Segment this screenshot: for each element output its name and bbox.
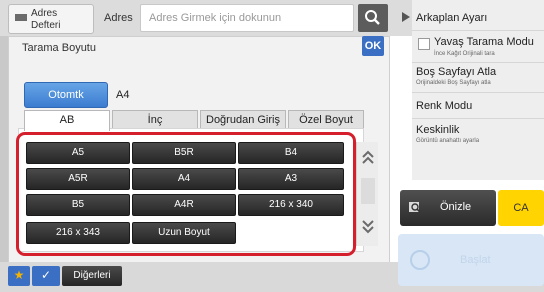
chevron-up-icon — [362, 150, 374, 164]
chevron-down-icon — [362, 220, 374, 234]
search-icon — [365, 10, 380, 25]
tab-direct-input[interactable]: Doğrudan Giriş — [200, 110, 286, 130]
star-icon: ★ — [13, 268, 25, 282]
side-divider — [412, 92, 544, 93]
triangle-right-icon[interactable] — [402, 12, 410, 22]
clear-all-button[interactable]: CA — [498, 190, 544, 226]
auto-size-button[interactable]: Otomtk — [24, 82, 108, 108]
side-menu — [412, 0, 544, 180]
others-button[interactable]: Diğerleri — [62, 266, 122, 286]
size-button-a4[interactable]: A4 — [132, 168, 236, 190]
size-button-b5[interactable]: B5 — [26, 194, 130, 216]
side-divider — [412, 30, 544, 31]
scroll-down-button[interactable] — [359, 212, 377, 238]
address-input[interactable] — [140, 4, 354, 32]
scroll-thumb[interactable] — [361, 178, 375, 204]
side-item-color-mode[interactable]: Renk Modu — [416, 100, 472, 112]
favorites-button[interactable]: ★ — [8, 266, 30, 286]
address-book-label-line2: Defteri — [31, 20, 61, 31]
size-button-a4r[interactable]: A4R — [132, 194, 236, 216]
side-item-sharpness-sub: Görüntü anahattı ayarla — [416, 138, 480, 144]
search-button[interactable] — [358, 4, 388, 32]
start-button[interactable]: Başlat — [398, 234, 544, 286]
size-button-216x340[interactable]: 216 x 340 — [238, 194, 344, 216]
confirm-button[interactable]: ✓ — [32, 266, 60, 286]
size-button-a5r[interactable]: A5R — [26, 168, 130, 190]
size-button-b5r[interactable]: B5R — [132, 142, 236, 164]
side-item-sharpness[interactable]: Keskinlik — [416, 124, 459, 136]
size-button-a3[interactable]: A3 — [238, 168, 344, 190]
side-divider — [412, 118, 544, 119]
book-icon — [15, 14, 27, 21]
side-divider — [412, 62, 544, 63]
start-label: Başlat — [460, 254, 491, 266]
size-button-b4[interactable]: B4 — [238, 142, 344, 164]
current-size-value: A4 — [116, 89, 130, 101]
size-button-long-size[interactable]: Uzun Boyut — [132, 222, 236, 244]
preview-label: Önizle — [440, 201, 472, 213]
tab-inch[interactable]: İnç — [112, 110, 198, 130]
start-icon — [410, 250, 430, 270]
side-item-slow-scan-sub: İnce Kağıt Orijinali tara — [434, 51, 495, 57]
address-book-label-line1: Adres — [31, 8, 58, 19]
panel-side-strip — [0, 36, 8, 272]
preview-icon — [409, 202, 421, 213]
side-item-slow-scan[interactable]: Yavaş Tarama Modu — [434, 36, 534, 48]
side-item-skip-blank[interactable]: Boş Sayfayı Atla — [416, 66, 496, 78]
panel-title: Tarama Boyutu — [22, 42, 96, 54]
size-tabs: AB İnç Doğrudan Giriş Özel Boyut — [24, 110, 364, 131]
side-item-background-setting[interactable]: Arkaplan Ayarı — [416, 12, 487, 24]
preview-button[interactable]: Önizle — [400, 190, 496, 226]
size-button-a5[interactable]: A5 — [26, 142, 130, 164]
address-label: Adres — [104, 12, 133, 24]
check-icon: ✓ — [40, 268, 52, 282]
address-book-button[interactable]: Adres Defteri — [8, 4, 94, 34]
ok-button[interactable]: OK — [362, 36, 384, 56]
side-item-skip-blank-sub: Orijinaldeki Boş Sayfayı atla — [416, 80, 491, 86]
size-button-216x343[interactable]: 216 x 343 — [26, 222, 130, 244]
scroll-up-button[interactable] — [359, 146, 377, 172]
tab-custom-size[interactable]: Özel Boyut — [288, 110, 364, 130]
size-scrollbar[interactable] — [356, 142, 378, 246]
slow-scan-checkbox[interactable] — [418, 38, 430, 50]
tab-ab[interactable]: AB — [24, 110, 110, 131]
